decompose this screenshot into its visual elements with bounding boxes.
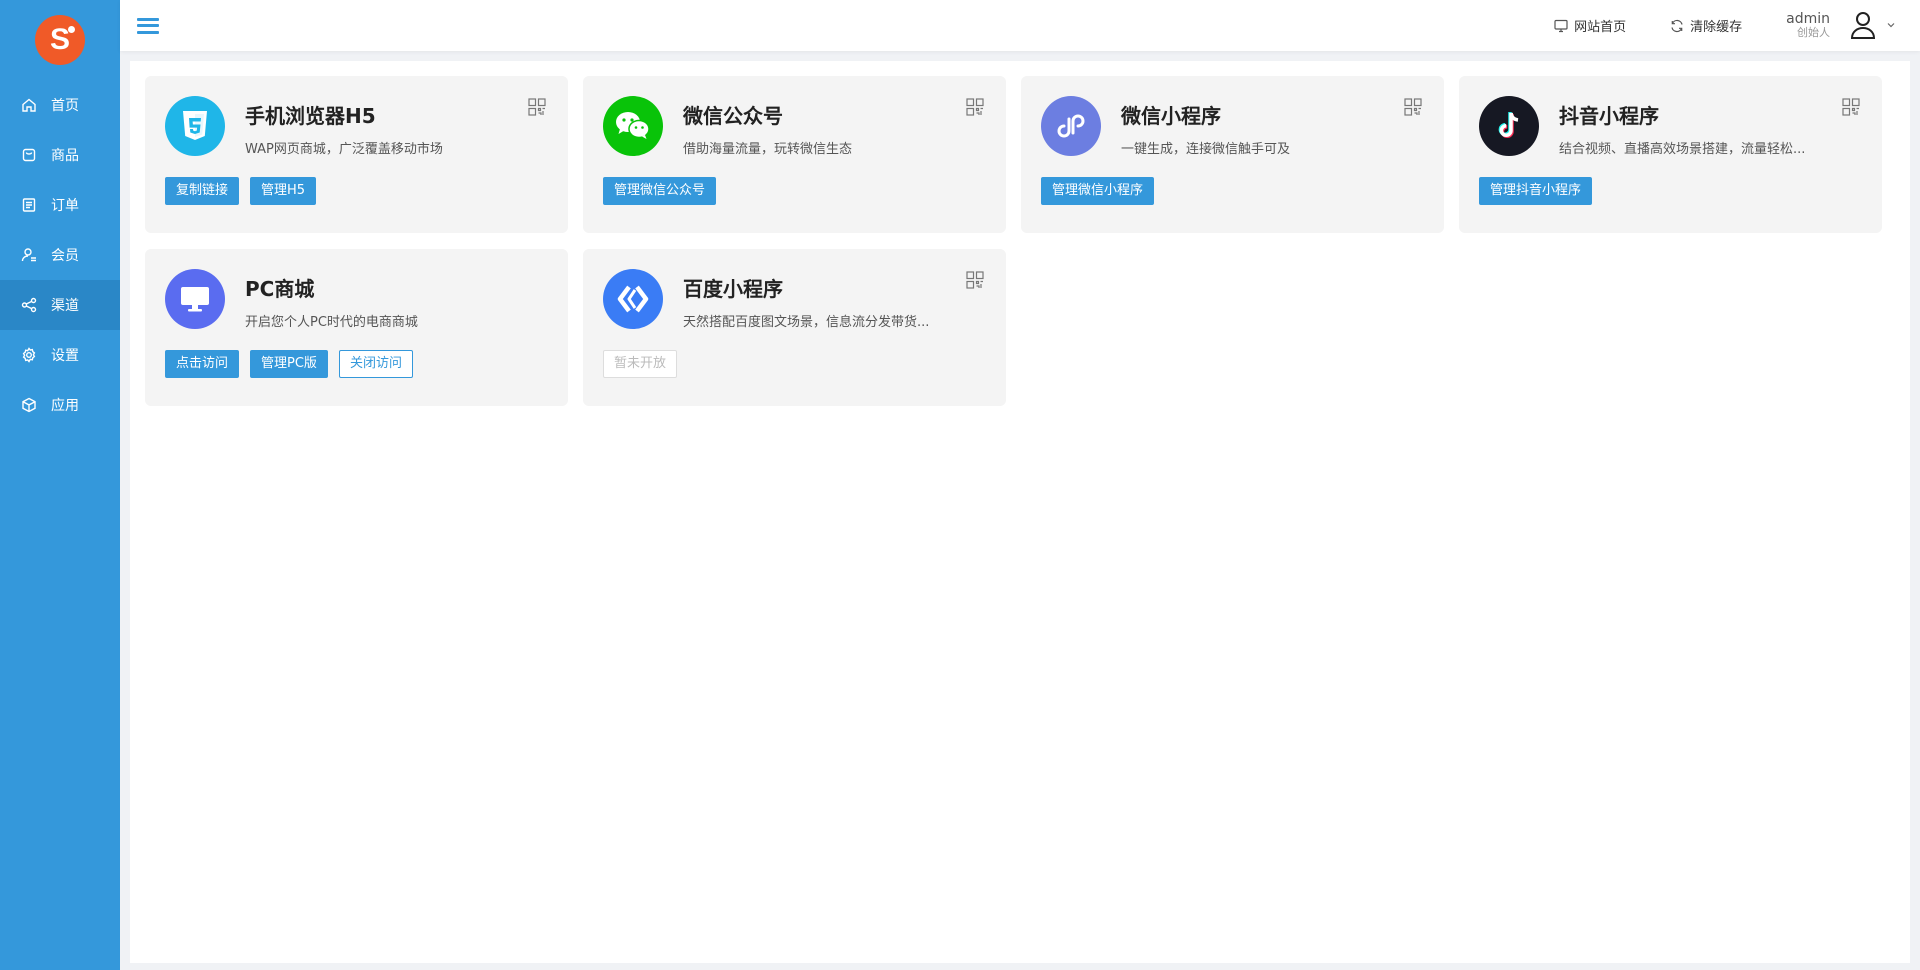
card-title: 百度小程序 — [683, 277, 783, 301]
qr-code-icon[interactable] — [1404, 98, 1422, 116]
card-title: PC商城 — [245, 277, 315, 301]
copy-link-button[interactable]: 复制链接 — [165, 177, 240, 205]
home-icon — [21, 97, 37, 113]
sidebar-item-channels[interactable]: 渠道 — [0, 280, 120, 330]
site-home-link[interactable]: 网站首页 — [1554, 16, 1626, 35]
channel-card-h5: 手机浏览器H5 WAP网页商城，广泛覆盖移动市场 复制链接 管理H5 — [145, 76, 568, 233]
qr-code-icon[interactable] — [1842, 98, 1860, 116]
card-actions: 管理抖音小程序 — [1479, 177, 1593, 205]
logo-letter: S — [49, 23, 70, 56]
channel-card-pc: PC商城 开启您个人PC时代的电商商城 点击访问 管理PC版 关闭访问 — [145, 249, 568, 406]
douyin-icon — [1479, 96, 1539, 156]
sidebar-item-label: 会员 — [51, 248, 79, 264]
close-access-button[interactable]: 关闭访问 — [338, 350, 413, 378]
sidebar-item-apps[interactable]: 应用 — [0, 380, 120, 430]
refresh-icon — [1671, 19, 1683, 32]
card-title: 微信小程序 — [1121, 104, 1221, 128]
card-description: 开启您个人PC时代的电商商城 — [245, 315, 418, 330]
channel-card-wechat-mini: 微信小程序 一键生成，连接微信触手可及 管理微信小程序 — [1021, 76, 1444, 233]
sidebar-item-home[interactable]: 首页 — [0, 80, 120, 130]
card-title: 微信公众号 — [683, 104, 783, 128]
channel-card-baidu: 百度小程序 天然搭配百度图文场景，信息流分发带货... 暂未开放 — [583, 249, 1006, 406]
chevron-down-icon — [1887, 23, 1895, 28]
monitor-icon — [1554, 19, 1568, 32]
manage-wechat-mini-button[interactable]: 管理微信小程序 — [1041, 177, 1155, 205]
sidebar-nav: 首页 商品 订单 会员 渠道 设置 应用 — [0, 80, 120, 430]
header-actions: 网站首页 清除缓存 admin 创始人 — [1554, 0, 1920, 51]
card-actions: 复制链接 管理H5 — [165, 177, 317, 205]
card-title: 抖音小程序 — [1559, 104, 1659, 128]
user-info: admin 创始人 — [1786, 11, 1830, 40]
cube-icon — [21, 397, 37, 413]
main-content: 手机浏览器H5 WAP网页商城，广泛覆盖移动市场 复制链接 管理H5 微信公众号… — [130, 61, 1910, 963]
card-description: 借助海量流量，玩转微信生态 — [683, 142, 853, 157]
sidebar-item-label: 商品 — [51, 148, 79, 164]
wechat-icon — [603, 96, 663, 156]
share-icon — [21, 297, 37, 313]
sidebar-item-label: 订单 — [51, 198, 79, 214]
bag-icon — [21, 147, 37, 163]
channel-card-douyin: 抖音小程序 结合视频、直播高效场景搭建，流量轻松... 管理抖音小程序 — [1459, 76, 1882, 233]
logo-dot — [68, 26, 75, 33]
manage-wechat-official-button[interactable]: 管理微信公众号 — [603, 177, 717, 205]
monitor-icon — [165, 269, 225, 329]
logo[interactable]: S — [35, 15, 85, 65]
card-title: 手机浏览器H5 — [245, 104, 376, 128]
sidebar-item-label: 渠道 — [51, 298, 79, 314]
user-name: admin — [1786, 11, 1830, 28]
manage-pc-button[interactable]: 管理PC版 — [250, 350, 328, 378]
manage-douyin-button[interactable]: 管理抖音小程序 — [1479, 177, 1593, 205]
user-menu[interactable]: admin 创始人 — [1786, 11, 1896, 40]
html5-icon — [165, 96, 225, 156]
sidebar-item-label: 应用 — [51, 398, 79, 414]
manage-h5-button[interactable]: 管理H5 — [250, 177, 317, 205]
user-role: 创始人 — [1797, 26, 1830, 40]
sidebar-item-label: 设置 — [51, 348, 79, 364]
card-actions: 管理微信小程序 — [1041, 177, 1155, 205]
channel-card-wechat-official: 微信公众号 借助海量流量，玩转微信生态 管理微信公众号 — [583, 76, 1006, 233]
site-home-label: 网站首页 — [1574, 20, 1627, 35]
card-actions: 暂未开放 — [603, 350, 678, 378]
card-description: 结合视频、直播高效场景搭建，流量轻松... — [1559, 142, 1806, 157]
user-icon — [21, 247, 37, 263]
sidebar-item-settings[interactable]: 设置 — [0, 330, 120, 380]
baidu-icon — [603, 269, 663, 329]
card-actions: 管理微信公众号 — [603, 177, 717, 205]
clear-cache-label: 清除缓存 — [1690, 20, 1743, 35]
sidebar-item-label: 首页 — [51, 98, 79, 114]
sidebar-item-members[interactable]: 会员 — [0, 230, 120, 280]
logo-area: S — [0, 0, 120, 80]
qr-code-icon[interactable] — [966, 98, 984, 116]
visit-pc-button[interactable]: 点击访问 — [165, 350, 240, 378]
sidebar-item-goods[interactable]: 商品 — [0, 130, 120, 180]
sidebar: S 首页 商品 订单 会员 渠道 设置 应用 — [0, 0, 120, 970]
top-header: 网站首页 清除缓存 admin 创始人 — [120, 0, 1920, 51]
order-icon — [21, 197, 37, 213]
menu-toggle-icon[interactable] — [137, 15, 159, 37]
clear-cache-link[interactable]: 清除缓存 — [1670, 16, 1742, 35]
card-actions: 点击访问 管理PC版 关闭访问 — [165, 350, 413, 378]
sidebar-item-orders[interactable]: 订单 — [0, 180, 120, 230]
not-open-button: 暂未开放 — [603, 350, 678, 378]
card-description: 天然搭配百度图文场景，信息流分发带货... — [683, 315, 930, 330]
miniprogram-icon — [1041, 96, 1101, 156]
card-description: WAP网页商城，广泛覆盖移动市场 — [245, 142, 443, 157]
avatar-icon — [1850, 11, 1876, 40]
card-description: 一键生成，连接微信触手可及 — [1121, 142, 1291, 157]
qr-code-icon[interactable] — [528, 98, 546, 116]
gear-icon — [21, 347, 37, 363]
qr-code-icon[interactable] — [966, 271, 984, 289]
